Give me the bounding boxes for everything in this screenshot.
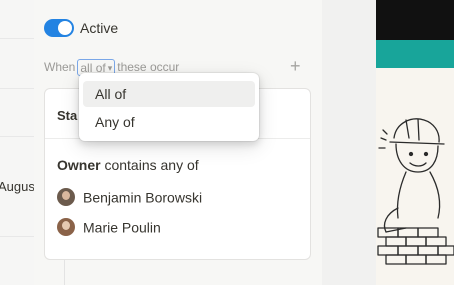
month-label: Augus (0, 179, 35, 194)
person-chip[interactable]: Marie Poulin (57, 218, 161, 237)
calendar-background: Augus (0, 0, 35, 285)
avatar (57, 218, 75, 237)
cover-banner (376, 40, 454, 68)
dropdown-option-all-of[interactable]: All of (83, 81, 255, 107)
active-label: Active (80, 20, 119, 36)
dropdown-option-any-of[interactable]: Any of (83, 109, 255, 135)
owner-operator: contains any of (104, 157, 199, 173)
divider (64, 258, 65, 285)
owner-property-label: Owner (57, 157, 101, 173)
active-toggle[interactable] (44, 19, 74, 37)
person-name: Benjamin Borowski (83, 189, 203, 206)
toggle-knob (58, 21, 72, 35)
person-name: Marie Poulin (83, 219, 161, 236)
grid-line (0, 236, 34, 237)
avatar (57, 188, 75, 207)
grid-line (0, 136, 34, 137)
owner-condition: Owner contains any of (57, 157, 199, 173)
condition-mode-dropdown: All of Any of (79, 73, 259, 141)
card-header: Sta (57, 108, 78, 123)
add-trigger-icon[interactable]: + (290, 57, 301, 75)
grid-line (0, 38, 34, 39)
grid-line (0, 88, 34, 89)
page-gutter (322, 0, 376, 285)
person-chip[interactable]: Benjamin Borowski (57, 188, 203, 207)
when-prefix: When (44, 60, 76, 75)
construction-worker-illustration (377, 118, 454, 265)
